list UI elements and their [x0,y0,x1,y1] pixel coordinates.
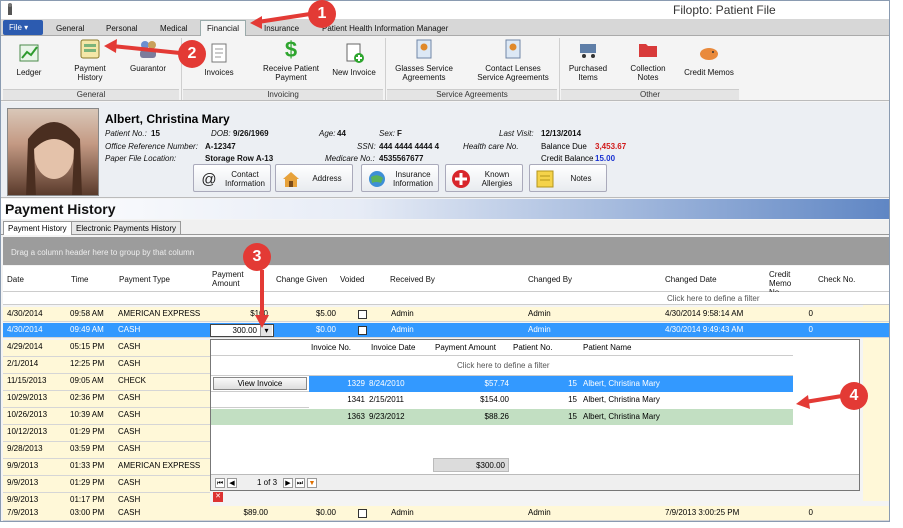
callout-4: 4 [840,382,868,410]
callout-1: 1 [308,0,336,28]
annotation-overlay [104,12,843,409]
callout-2: 2 [178,40,206,68]
callout-arrow-2 [104,39,181,55]
callout-3: 3 [243,243,271,271]
callout-arrow-4 [796,394,843,409]
callout-arrow-3 [255,270,269,328]
callout-arrow-1 [250,12,311,29]
